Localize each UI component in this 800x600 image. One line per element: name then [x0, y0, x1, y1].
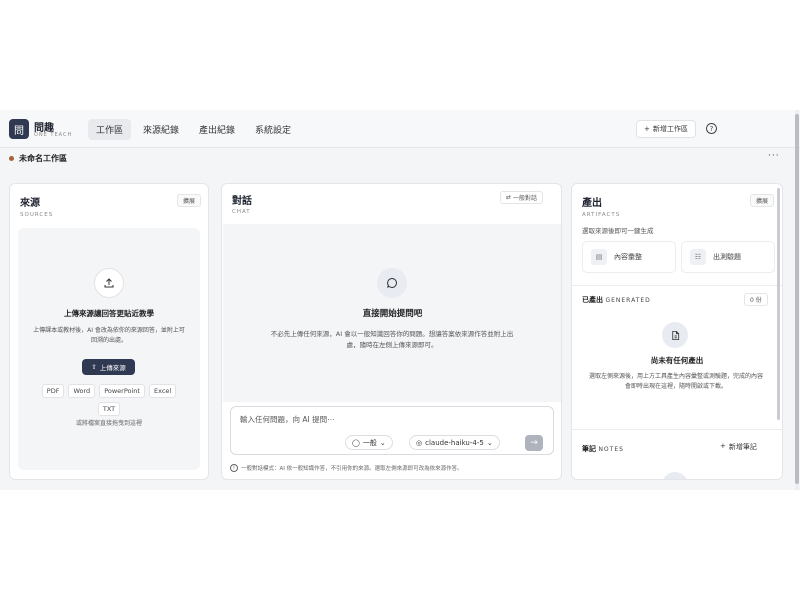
notes-section-title: 筆記 NOTES — [582, 444, 624, 454]
more-options-icon[interactable]: ··· — [768, 151, 780, 161]
artifacts-hint: 選取來源後即可一鍵生成 — [582, 227, 654, 235]
send-button[interactable]: → — [525, 435, 543, 451]
artifacts-panel: 產出 ARTIFACTS 擴展 選取來源後即可一鍵生成 ▤ 內容彙整 ☷ 出測驗… — [571, 183, 783, 480]
file-type-list: PDF Word PowerPoint Excel TXT — [32, 384, 186, 416]
generated-label: 已產出 — [582, 296, 603, 304]
page-scrollbar-thumb[interactable] — [795, 114, 799, 484]
generated-label-en: GENERATED — [605, 297, 651, 304]
chat-mode-button[interactable]: ⇄ 一般對話 — [500, 191, 544, 204]
model-icon: ◎ — [416, 438, 423, 447]
file-type-pdf: PDF — [41, 384, 65, 398]
chevron-down-icon: ⌄ — [379, 438, 386, 447]
file-type-powerpoint: PowerPoint — [99, 384, 145, 398]
generated-count-badge: 0 份 — [744, 293, 768, 306]
chevron-down-icon: ⌄ — [486, 438, 493, 447]
upload-description: 上傳課本或教材後，AI 會改為依你的來源回答，並附上可回溯的出處。 — [33, 327, 185, 344]
tool-quiz-button[interactable]: ☷ 出測驗題 — [681, 241, 775, 273]
mode-select[interactable]: ◯ 一般 ⌄ — [345, 435, 393, 450]
plus-icon: + — [720, 442, 726, 450]
nav-workspace[interactable]: 工作區 — [88, 119, 132, 140]
artifacts-scrollbar[interactable] — [777, 188, 780, 420]
app-shell: 問 問趣 ONE TEACH 工作區 來源紀錄 產出紀錄 系統設定 + 新增工作… — [0, 110, 800, 490]
artifacts-expand-button[interactable]: 擴展 — [750, 194, 775, 207]
sources-title: 來源 — [20, 198, 40, 209]
sources-expand-button[interactable]: 擴展 — [177, 194, 202, 207]
model-select[interactable]: ◎ claude-haiku-4-5 ⌄ — [409, 435, 500, 450]
artifacts-title: 產出 — [582, 198, 602, 209]
help-icon[interactable]: ? — [706, 123, 717, 134]
drag-hint: 或將檔案直接拖曳到這裡 — [75, 420, 142, 427]
tool-summary-label: 內容彙整 — [614, 253, 642, 261]
chat-bubble-icon — [377, 268, 407, 298]
chat-input-box[interactable]: 輸入任何問題，向 AI 提問⋯ ◯ 一般 ⌄ ◎ claude-haiku-4-… — [230, 406, 554, 455]
generated-empty-description: 選取左側來源後，用上方工具產生內容彙整或測驗題，完成的內容會即時出現在這裡，隨時… — [588, 373, 763, 390]
nav-source-history[interactable]: 來源紀錄 — [135, 119, 187, 140]
upload-button-icon: ⇧ — [91, 363, 97, 371]
new-note-label: 新增筆記 — [728, 443, 757, 451]
chat-message-area: 直接開始提問吧 不必先上傳任何來源，AI 會以一般知識回答你的問題。想讓答案依來… — [223, 224, 561, 402]
new-note-button[interactable]: + 新增筆記 — [720, 442, 757, 452]
divider — [572, 285, 782, 286]
file-type-excel: Excel — [148, 384, 177, 398]
workspace-name[interactable]: 未命名工作區 — [19, 153, 67, 164]
upload-dropzone[interactable]: 上傳來源讓回答更貼近教學 上傳課本或教材後，AI 會改為依你的來源回答，並附上可… — [18, 228, 200, 470]
nav-output-history[interactable]: 產出紀錄 — [191, 119, 243, 140]
new-workspace-label: 新增工作區 — [652, 125, 688, 133]
upload-button-label: 上傳來源 — [99, 364, 126, 372]
chat-bubble-small-icon: ◯ — [352, 438, 360, 447]
new-workspace-button[interactable]: + 新增工作區 — [636, 120, 696, 138]
main-nav: 工作區 來源紀錄 產出紀錄 系統設定 — [88, 119, 299, 140]
notes-label: 筆記 — [582, 445, 596, 453]
chat-footer-text: 一般對話模式：AI 依一般知識作答，不引用你的來源。選取左側來源即可改為依來源作… — [241, 466, 463, 472]
chat-mode-icon: ⇄ — [506, 194, 512, 201]
divider — [572, 429, 782, 430]
page-scrollbar[interactable] — [795, 110, 799, 490]
upload-title: 上傳來源讓回答更貼近教學 — [64, 309, 154, 318]
upload-source-button[interactable]: ⇧ 上傳來源 — [82, 359, 135, 375]
chat-input[interactable]: 輸入任何問題，向 AI 提問⋯ — [240, 414, 335, 425]
upload-icon — [94, 268, 124, 298]
artifacts-subtitle: ARTIFACTS — [582, 212, 621, 218]
notes-label-en: NOTES — [598, 446, 624, 453]
info-icon: i — [230, 464, 238, 472]
notes-empty-icon — [662, 472, 688, 479]
chat-footer-note: i 一般對話模式：AI 依一般知識作答，不引用你的來源。選取左側來源即可改為依來… — [230, 464, 463, 472]
sources-panel: 來源 SOURCES 擴展 上傳來源讓回答更貼近教學 上傳課本或教材後，AI 會… — [9, 183, 209, 480]
tool-quiz-label: 出測驗題 — [713, 253, 741, 261]
document-icon: ▤ — [591, 249, 607, 265]
chat-panel: 對話 CHAT ⇄ 一般對話 直接開始提問吧 不必先上傳任何來源，AI 會以一般… — [221, 183, 562, 480]
chat-empty-title: 直接開始提問吧 — [362, 309, 423, 319]
tool-summary-button[interactable]: ▤ 內容彙整 — [582, 241, 676, 273]
generated-empty-title: 尚未有任何產出 — [650, 356, 704, 365]
model-select-value: claude-haiku-4-5 — [425, 438, 484, 447]
brand-logo[interactable]: 問 — [9, 119, 29, 139]
generated-section-title: 已產出 GENERATED — [582, 295, 651, 305]
mode-select-value: 一般 — [362, 438, 377, 447]
top-bar: 問 問趣 ONE TEACH 工作區 來源紀錄 產出紀錄 系統設定 + 新增工作… — [0, 110, 800, 148]
file-type-word: Word — [68, 384, 96, 398]
sources-subtitle: SOURCES — [20, 212, 54, 218]
workspace-bar: 未命名工作區 ··· — [0, 149, 800, 170]
chat-mode-label: 一般對話 — [513, 195, 538, 202]
chat-empty-description: 不必先上傳任何來源，AI 會以一般知識回答你的問題。想讓答案依來源作答並附上出處… — [270, 330, 514, 349]
nav-settings[interactable]: 系統設定 — [247, 119, 299, 140]
workspace-status-dot — [9, 156, 14, 161]
plus-icon: + — [644, 125, 650, 133]
file-type-txt: TXT — [97, 402, 121, 416]
checklist-icon: ☷ — [690, 249, 706, 265]
chat-title: 對話 — [232, 196, 252, 207]
generated-empty-icon — [662, 322, 688, 348]
chat-subtitle: CHAT — [232, 209, 251, 215]
brand-subtitle: ONE TEACH — [34, 132, 73, 138]
